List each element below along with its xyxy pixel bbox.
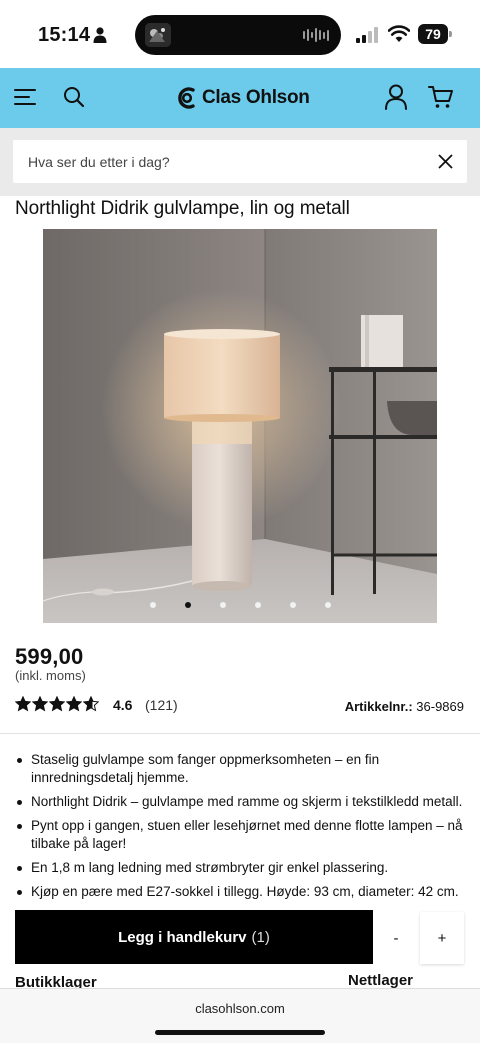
star-icon	[32, 696, 48, 712]
search-box	[13, 140, 467, 183]
product-price: 599,00	[15, 644, 84, 669]
star-icon	[83, 696, 99, 712]
menu-icon[interactable]	[14, 88, 36, 106]
carousel-dot[interactable]	[254, 602, 261, 608]
search-icon[interactable]	[63, 86, 85, 108]
decrease-quantity-button[interactable]: -	[374, 912, 418, 964]
account-icon[interactable]	[384, 84, 408, 110]
feature-item: Staselig gulvlampe som fanger oppmerksom…	[17, 751, 472, 787]
star-icon	[66, 696, 82, 712]
signal-icon	[356, 27, 378, 43]
close-icon[interactable]	[438, 154, 453, 169]
cart-quantity: (1)	[251, 928, 270, 946]
feature-item: Northlight Didrik – gulvlampe med ramme …	[17, 793, 472, 811]
feature-item: Pynt opp i gangen, stuen eller lesehjørn…	[17, 817, 472, 853]
cart-icon[interactable]	[428, 85, 454, 109]
add-to-cart-button[interactable]: Legg i handlekurv (1)	[15, 910, 373, 964]
home-indicator[interactable]	[155, 1030, 325, 1035]
album-art-icon	[145, 23, 171, 47]
product-title: Northlight Didrik gulvlampe, lin og meta…	[15, 198, 350, 219]
increase-quantity-button[interactable]: +	[420, 912, 464, 964]
clas-ohlson-logo[interactable]: Clas Ohlson	[175, 83, 310, 113]
add-to-cart-label: Legg i handlekurv	[118, 928, 247, 946]
person-icon	[93, 27, 107, 43]
search-bar	[0, 128, 480, 196]
feature-list: Staselig gulvlampe som fanger oppmerksom…	[17, 751, 472, 907]
feature-item: En 1,8 m lang ledning med strømbryter gi…	[17, 859, 472, 877]
article-value: 36-9869	[416, 699, 464, 714]
star-icon	[15, 696, 31, 712]
online-stock-heading[interactable]: Nettlager	[348, 972, 413, 989]
rating-value: 4.6	[113, 697, 133, 713]
product-photo	[43, 229, 437, 623]
carousel-dot[interactable]	[324, 602, 331, 608]
status-bar: 15:14 79	[0, 0, 480, 68]
carousel-dots	[43, 602, 437, 608]
battery-indicator: 79	[418, 24, 452, 44]
wifi-icon	[388, 25, 410, 42]
divider	[0, 733, 480, 734]
status-time: 15:14	[38, 24, 91, 46]
url-field[interactable]: clasohlson.com	[0, 1001, 480, 1016]
audio-wave-icon	[303, 28, 329, 42]
vat-note: (inkl. moms)	[15, 668, 86, 683]
search-input[interactable]	[13, 140, 413, 183]
rating-stars[interactable]	[15, 696, 99, 712]
product-image[interactable]	[43, 229, 437, 623]
logo-text: Clas Ohlson	[202, 87, 310, 108]
article-number: Artikkelnr.: 36-9869	[345, 699, 464, 714]
review-count[interactable]: (121)	[145, 697, 178, 713]
feature-item: Kjøp en pære med E27-sokkel i tillegg. H…	[17, 883, 472, 901]
carousel-dot[interactable]	[149, 602, 156, 608]
star-icon	[49, 696, 65, 712]
article-label: Artikkelnr.:	[344, 699, 413, 714]
dynamic-island	[135, 15, 341, 55]
clas-ohlson-logo-icon	[178, 87, 195, 109]
browser-bar: clasohlson.com	[0, 988, 480, 1043]
carousel-dot[interactable]	[219, 602, 226, 608]
carousel-dot[interactable]	[184, 602, 191, 608]
battery-level: 79	[418, 24, 448, 44]
carousel-dot[interactable]	[289, 602, 296, 608]
site-header: Clas Ohlson	[0, 68, 480, 128]
